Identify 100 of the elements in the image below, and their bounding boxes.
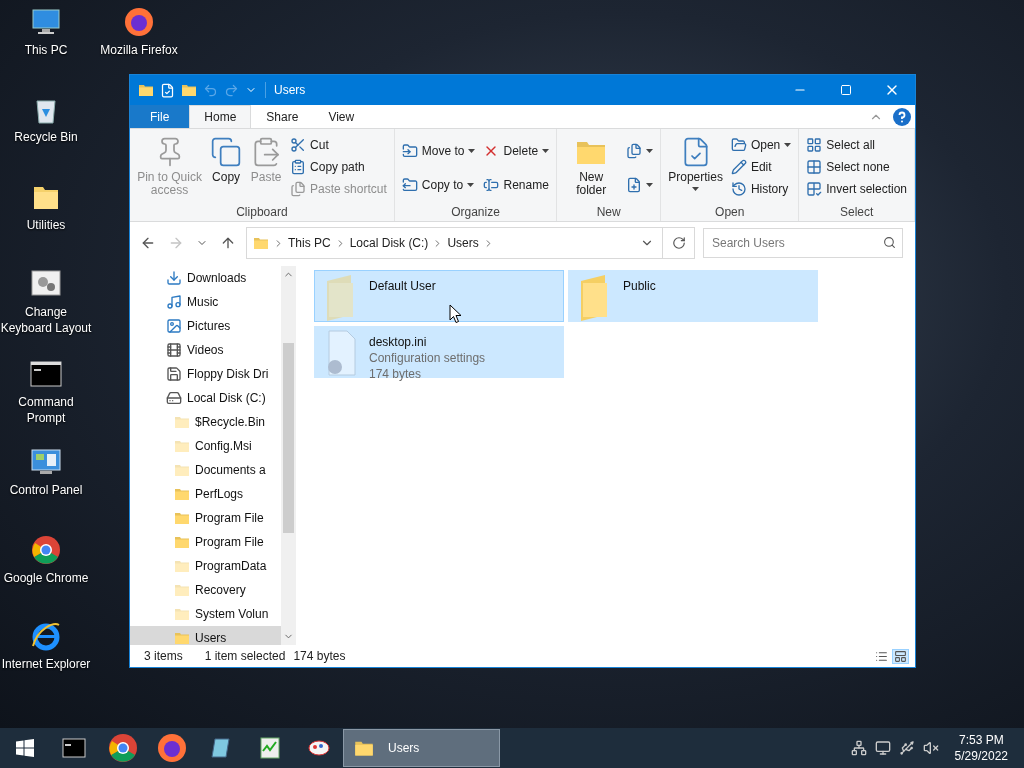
nav-item[interactable]: ProgramData xyxy=(130,554,281,578)
ribbon-button[interactable]: Cut xyxy=(287,134,390,156)
file-detail: Configuration settings xyxy=(369,351,486,366)
browser-e-icon xyxy=(30,620,62,652)
usb-icon[interactable] xyxy=(898,740,915,756)
group-label: Organize xyxy=(450,204,501,221)
help-icon[interactable] xyxy=(893,107,911,126)
desktop-icon-label[interactable]: Change Keyboard Layout xyxy=(0,304,92,336)
breadcrumb-item[interactable]: This PC xyxy=(284,236,335,250)
nav-item[interactable]: Config.Msi xyxy=(130,434,281,458)
nav-item[interactable]: Floppy Disk Dri xyxy=(130,362,281,386)
scroll-thumb[interactable] xyxy=(283,343,294,533)
chrome-icon xyxy=(106,732,139,764)
ribbon-button[interactable]: Copy xyxy=(207,132,246,204)
ribbon-button[interactable]: Edit xyxy=(727,156,795,178)
ribbon-button[interactable]: Select all xyxy=(803,134,910,156)
ribbon-button[interactable]: Select none xyxy=(803,156,910,178)
group-label: Select xyxy=(838,204,875,221)
breadcrumb-item[interactable]: Local Disk (C:) xyxy=(345,236,433,250)
search-field[interactable]: Search Users xyxy=(703,228,903,258)
ribbon-tab[interactable]: File xyxy=(130,105,190,128)
download-icon xyxy=(166,270,182,286)
selection-count: 1 item selected xyxy=(204,649,286,663)
nav-item[interactable]: Recovery xyxy=(130,578,281,602)
ribbon-tab[interactable]: Home xyxy=(189,105,252,128)
folder-icon xyxy=(174,558,190,574)
nav-item[interactable]: Pictures xyxy=(130,314,281,338)
folder-icon xyxy=(174,534,190,550)
clock[interactable]: 7:53 PM 5/29/2022 xyxy=(946,732,1016,764)
ribbon-button[interactable]: Invert selection xyxy=(803,178,910,200)
nav-item[interactable]: Videos xyxy=(130,338,281,362)
file-name: desktop.ini xyxy=(369,335,428,350)
selected-nav-item[interactable]: Users xyxy=(130,626,281,645)
folder-icon xyxy=(174,630,190,645)
nav-item[interactable]: Music xyxy=(130,290,281,314)
grid-icon xyxy=(806,159,823,175)
nav-item[interactable]: $Recycle.Bin xyxy=(130,410,281,434)
large-icons-view-button[interactable] xyxy=(892,648,909,664)
ribbon-button[interactable]: Properties xyxy=(665,132,726,204)
grid-check-icon xyxy=(806,181,823,197)
breadcrumb-item[interactable]: Users xyxy=(443,236,483,250)
scissors-icon xyxy=(290,137,307,153)
folder-icon xyxy=(253,235,269,251)
folder-icon xyxy=(138,82,154,98)
folder-icon xyxy=(174,438,190,454)
ribbon-button[interactable]: Move to xyxy=(398,140,479,162)
file-plus-icon xyxy=(626,177,643,193)
nav-item[interactable]: Downloads xyxy=(130,266,281,290)
ribbon-button[interactable]: Rename xyxy=(480,174,553,196)
maximize-icon xyxy=(840,84,852,96)
forward-arrow-icon xyxy=(168,235,184,251)
floppy-icon xyxy=(166,366,182,382)
ribbon-button[interactable]: Open xyxy=(727,134,795,156)
desktop-icon-label[interactable]: Control Panel xyxy=(9,482,83,498)
folder-arrow-icon xyxy=(401,143,418,159)
network-icon[interactable] xyxy=(850,740,867,756)
selection-size: 174 bytes xyxy=(293,649,346,663)
display-icon[interactable] xyxy=(874,740,891,756)
properties-icon[interactable] xyxy=(160,82,175,98)
desktop-icon-label[interactable]: This PC xyxy=(24,42,68,58)
ribbon-button[interactable]: New folder xyxy=(561,132,622,204)
ribbon-button[interactable]: Copy to xyxy=(398,174,479,196)
taskbar-window-button[interactable]: Users xyxy=(343,729,500,767)
folder-icon xyxy=(174,414,190,430)
scrollbar[interactable] xyxy=(281,266,296,645)
nav-item[interactable]: System Volun xyxy=(130,602,281,626)
desktop-icon-label[interactable]: Internet Explorer xyxy=(1,656,91,672)
desktop-icon-label[interactable]: Command Prompt xyxy=(0,394,92,426)
ribbon-button[interactable]: History xyxy=(727,178,795,200)
folder-icon xyxy=(174,486,190,502)
firefox-icon xyxy=(155,732,188,764)
nav-item[interactable]: Program File xyxy=(130,506,281,530)
address-bar[interactable]: This PC Local Disk (C:) Users xyxy=(246,227,695,259)
clipboard-list-icon xyxy=(290,159,307,175)
pencil-icon xyxy=(730,159,747,175)
ribbon-button[interactable]: Delete xyxy=(480,140,553,162)
folder-open-icon xyxy=(730,137,747,153)
desktop-icon-label[interactable]: Mozilla Firefox xyxy=(100,42,178,58)
ribbon-button[interactable]: Copy path xyxy=(287,156,390,178)
desktop-icon-label[interactable]: Recycle Bin xyxy=(14,129,78,145)
nav-item[interactable]: Documents a xyxy=(130,458,281,482)
file-tile[interactable]: Default User xyxy=(314,270,564,322)
mouse-pointer-icon xyxy=(449,304,462,324)
nav-item[interactable]: Local Disk (C:) xyxy=(130,386,281,410)
file-tile[interactable]: Public xyxy=(568,270,818,322)
volume-muted-icon[interactable] xyxy=(922,740,939,756)
folder-icon xyxy=(174,606,190,622)
nav-item[interactable]: PerfLogs xyxy=(130,482,281,506)
history-icon xyxy=(730,181,747,197)
notepad-icon xyxy=(208,736,233,760)
nav-item[interactable]: Program File xyxy=(130,530,281,554)
folder-icon xyxy=(174,582,190,598)
group-label: Clipboard xyxy=(235,204,289,221)
folder-arrow-icon xyxy=(401,177,418,193)
drive-icon xyxy=(166,390,182,406)
folder-icon xyxy=(174,510,190,526)
desktop-icon-label[interactable]: Google Chrome xyxy=(3,570,89,586)
desktop-icon-label[interactable]: Utilities xyxy=(26,217,66,233)
text-cursor-icon xyxy=(483,177,500,193)
chrome-icon xyxy=(30,534,62,566)
